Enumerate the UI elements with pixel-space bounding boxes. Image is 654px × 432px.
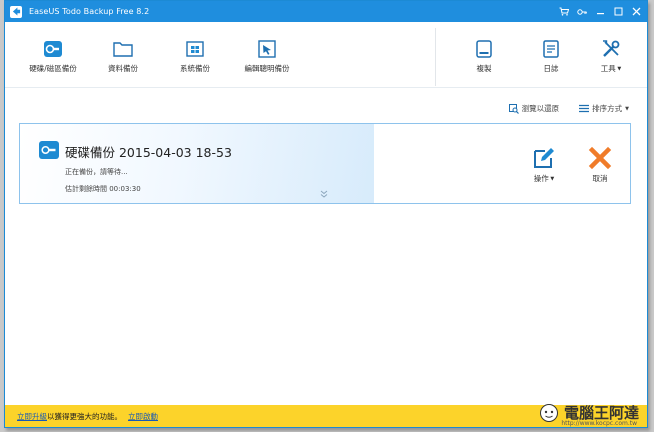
key-icon[interactable] — [573, 3, 591, 21]
chevron-down-icon: ▼ — [625, 105, 629, 112]
activate-link[interactable]: 立即啟動 — [128, 411, 158, 422]
title-bar: EaseUS Todo Backup Free 8.2 — [5, 1, 647, 22]
cancel-label: 取消 — [592, 174, 608, 183]
toolbar-divider — [435, 28, 436, 86]
minimize-icon[interactable] — [591, 3, 609, 21]
upgrade-link[interactable]: 立即升級 — [17, 411, 47, 422]
task-status: 正在備份，請等待... — [65, 168, 128, 176]
maximize-icon[interactable] — [609, 3, 627, 21]
operate-button[interactable]: 操作 ▼ — [524, 146, 564, 184]
backup-task-card[interactable]: 硬碟備份 2015-04-03 18-53 正在備份，請等待... 估計剩餘時間… — [19, 123, 631, 204]
chevron-down-icon: ▼ — [615, 66, 622, 72]
close-icon[interactable] — [627, 3, 645, 21]
logs-label: 日誌 — [543, 64, 559, 73]
sort-icon — [579, 104, 590, 113]
logs-icon — [540, 38, 562, 60]
cursor-icon — [256, 38, 278, 60]
edit-icon — [532, 146, 556, 170]
tools-button[interactable]: 工具 ▼ — [581, 38, 641, 74]
cart-icon[interactable] — [555, 3, 573, 21]
smart-backup-button[interactable]: 編輯聰明備份 — [227, 38, 307, 74]
system-backup-label: 系統備份 — [180, 64, 210, 73]
watermark-url: http://www.kocpc.com.tw — [561, 420, 637, 427]
file-backup-label: 資料備份 — [108, 64, 138, 73]
window-controls — [555, 1, 645, 22]
browse-restore-label: 瀏覽以還原 — [521, 104, 560, 113]
app-window: EaseUS Todo Backup Free 8.2 硬碟/磁區備份 資料備份… — [4, 0, 648, 428]
logs-button[interactable]: 日誌 — [521, 38, 581, 74]
mascot-icon — [539, 403, 558, 422]
browse-icon — [508, 103, 519, 114]
disk-backup-button[interactable]: 硬碟/磁區備份 — [13, 38, 93, 74]
window-title: EaseUS Todo Backup Free 8.2 — [29, 7, 150, 16]
task-title: 硬碟備份 2015-04-03 18-53 — [65, 145, 232, 160]
windows-icon — [184, 38, 206, 60]
sort-bar: 瀏覽以還原 排序方式 ▼ — [508, 103, 629, 114]
upgrade-footer: 立即升級 以獲得更強大的功能。 立即啟動 電腦王阿達 http://www.ko… — [5, 403, 647, 427]
clone-icon — [473, 38, 495, 60]
disk-backup-label: 硬碟/磁區備份 — [29, 64, 77, 73]
cancel-x-icon — [588, 146, 612, 170]
tools-label: 工具 ▼ — [600, 64, 622, 73]
chevron-down-icon: ▼ — [548, 176, 555, 182]
browse-restore-button[interactable]: 瀏覽以還原 — [508, 103, 560, 114]
sort-label: 排序方式 — [592, 104, 623, 113]
task-eta: 估計剩餘時間 00:03:30 — [65, 185, 141, 193]
cancel-button[interactable]: 取消 — [580, 146, 620, 184]
clone-button[interactable]: 複製 — [454, 38, 514, 74]
tools-icon — [600, 38, 622, 60]
smart-backup-label: 編輯聰明備份 — [244, 64, 290, 73]
system-backup-button[interactable]: 系統備份 — [155, 38, 235, 74]
folder-icon — [112, 38, 134, 60]
sort-dropdown[interactable]: 排序方式 ▼ — [579, 103, 629, 114]
disk-backup-icon — [42, 38, 64, 60]
main-toolbar: 硬碟/磁區備份 資料備份 系統備份 編輯聰明備份 複製 日誌 工具 ▼ — [5, 22, 647, 88]
expand-chevron-icon[interactable] — [320, 190, 328, 200]
file-backup-button[interactable]: 資料備份 — [83, 38, 163, 74]
clone-label: 複製 — [476, 64, 492, 73]
operate-label: 操作 ▼ — [533, 174, 555, 183]
app-logo-icon — [10, 5, 22, 18]
main-content: 瀏覽以還原 排序方式 ▼ 硬碟備份 2015-04-03 18-53 正在備份，… — [5, 89, 647, 407]
disk-backup-icon — [39, 141, 59, 159]
upgrade-text: 以獲得更強大的功能。 — [47, 411, 122, 421]
